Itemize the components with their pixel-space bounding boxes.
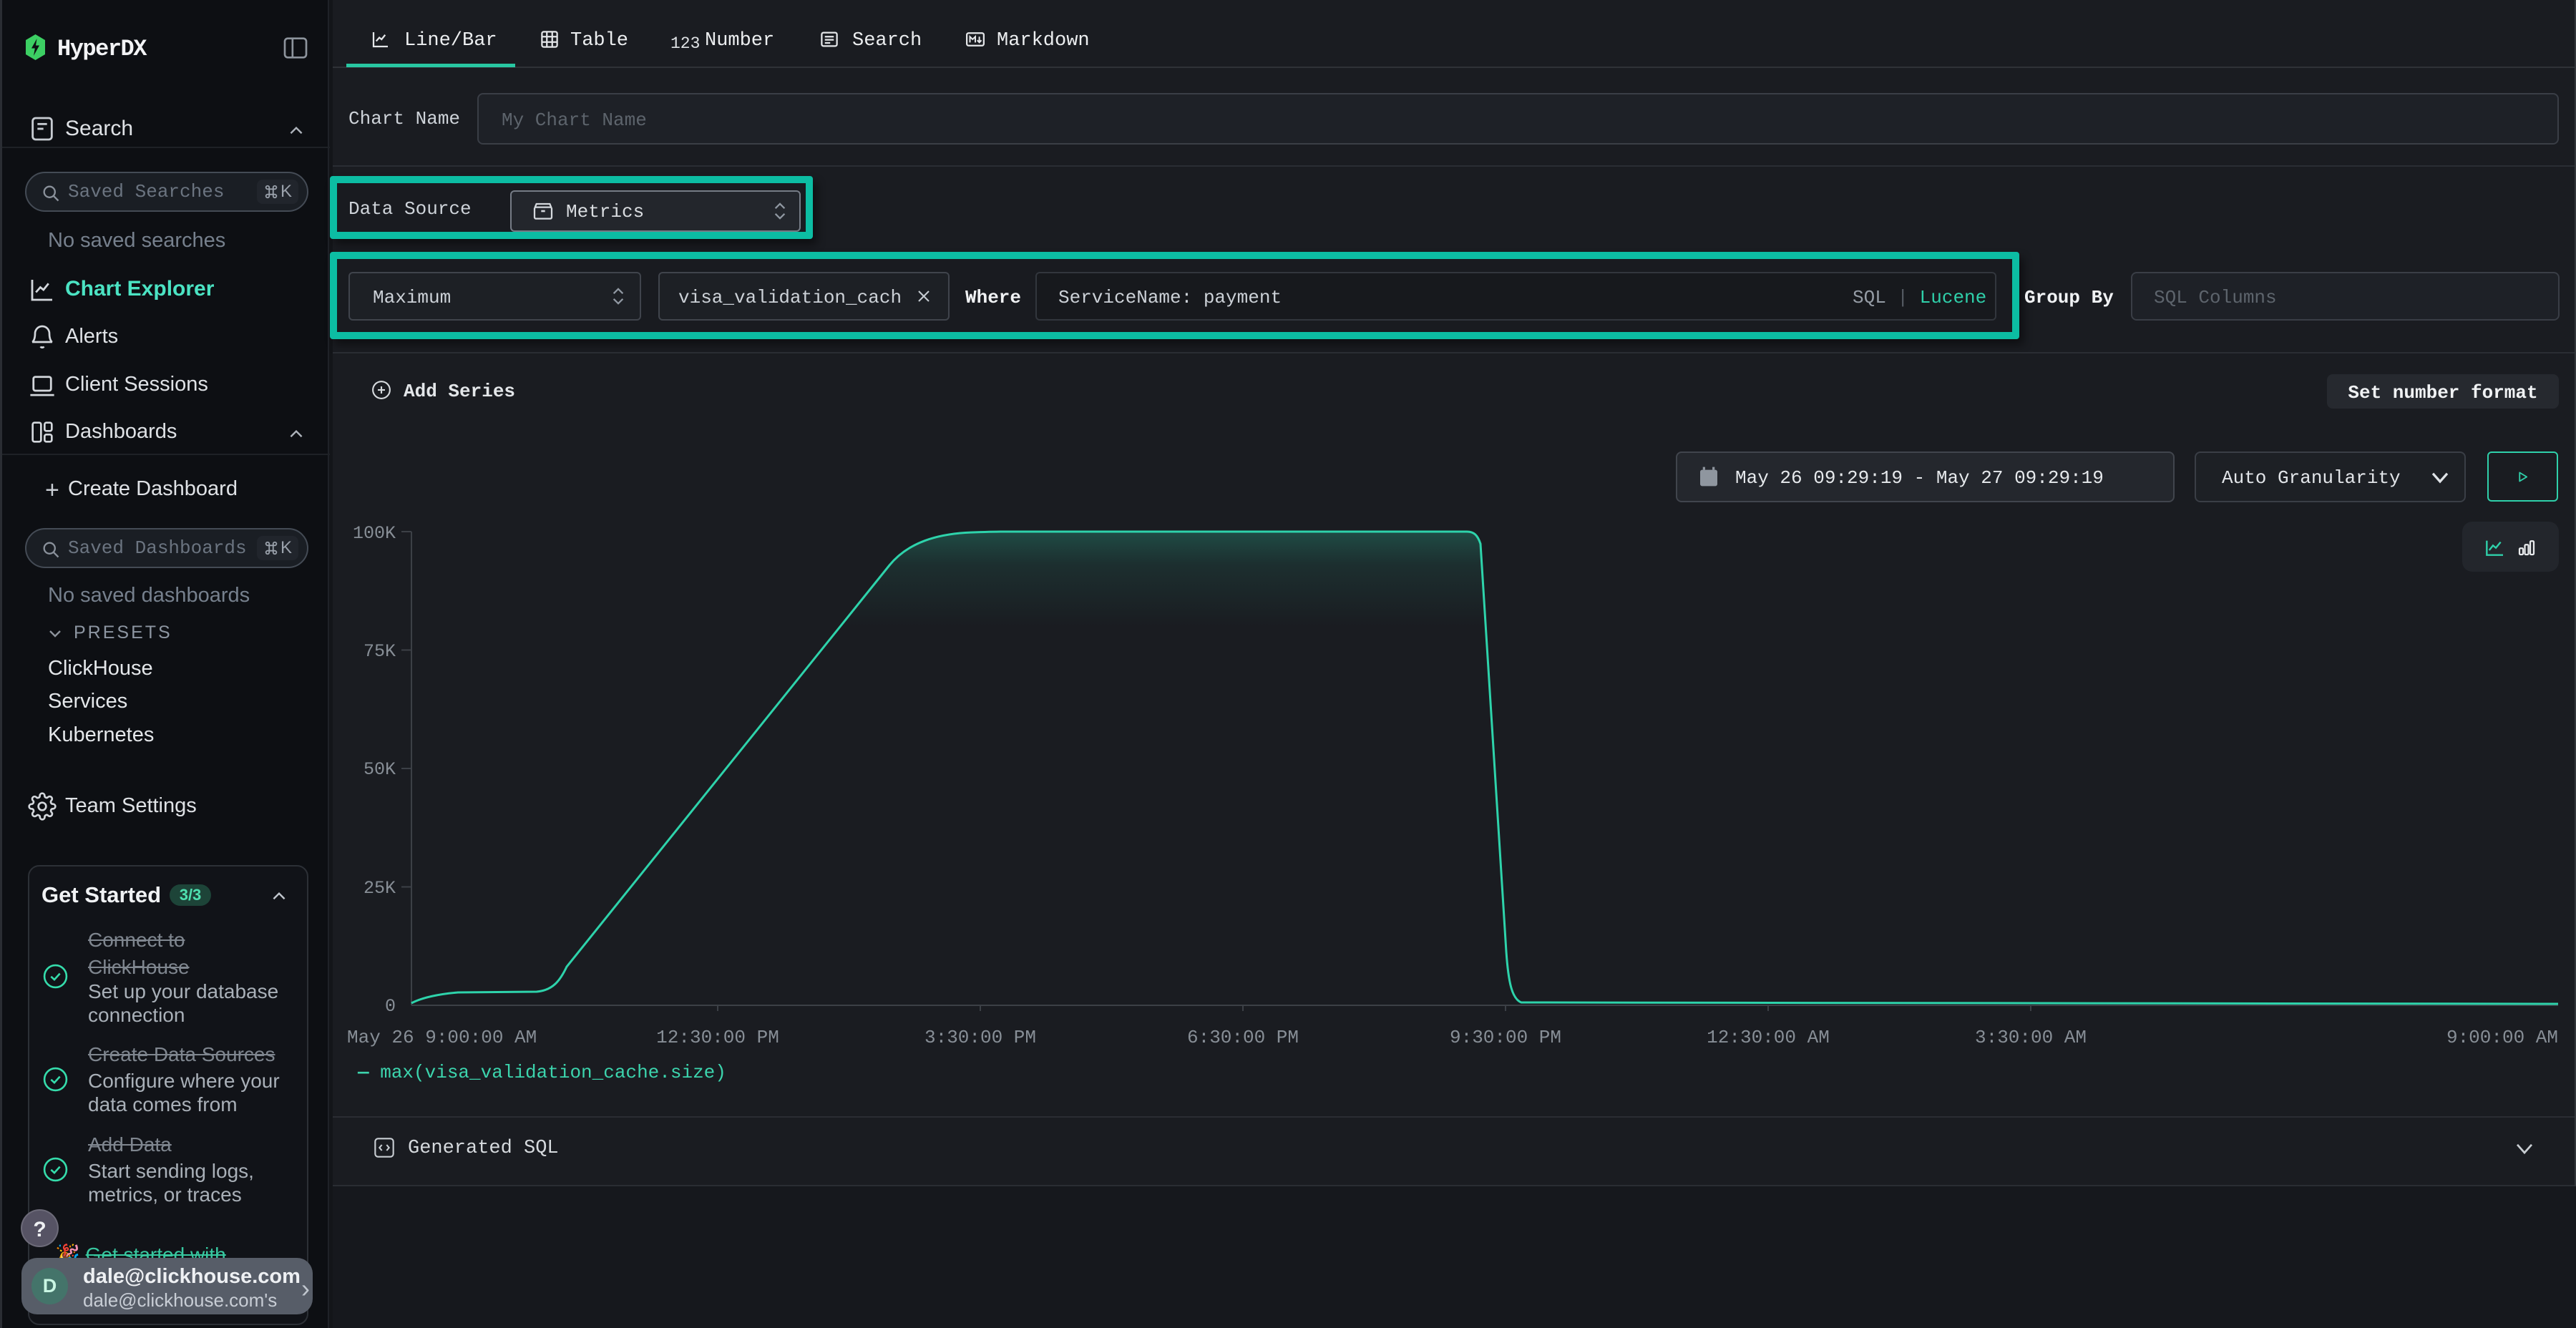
svg-text:0: 0 (385, 996, 396, 1017)
svg-text:6:30:00 PM: 6:30:00 PM (1187, 1027, 1299, 1048)
svg-text:3:30:00 AM: 3:30:00 AM (1975, 1027, 2087, 1048)
svg-text:100K: 100K (353, 523, 396, 544)
svg-text:50K: 50K (364, 759, 396, 780)
svg-text:9:30:00 PM: 9:30:00 PM (1450, 1027, 1561, 1048)
svg-text:3:30:00 PM: 3:30:00 PM (924, 1027, 1036, 1048)
svg-text:12:30:00 AM: 12:30:00 AM (1707, 1027, 1830, 1048)
svg-text:25K: 25K (364, 878, 396, 899)
svg-text:75K: 75K (364, 641, 396, 662)
svg-text:May 26 9:00:00 AM: May 26 9:00:00 AM (347, 1027, 537, 1048)
svg-text:9:00:00 AM: 9:00:00 AM (2446, 1027, 2558, 1048)
svg-text:12:30:00 PM: 12:30:00 PM (656, 1027, 779, 1048)
